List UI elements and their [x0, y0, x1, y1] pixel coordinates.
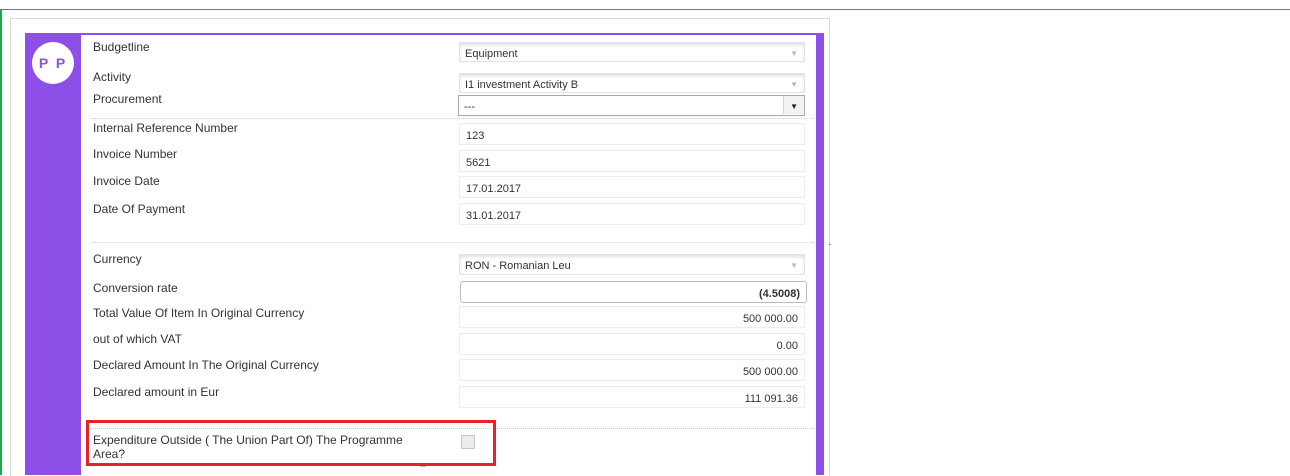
- divider: [91, 242, 814, 243]
- procurement-label: Procurement: [93, 92, 162, 106]
- divider: [91, 118, 814, 119]
- declared-original-label: Declared Amount In The Original Currency: [93, 358, 319, 372]
- invoice-date-field[interactable]: 17.01.2017: [459, 176, 805, 198]
- scroll-indicator: [420, 466, 426, 471]
- vat-label: out of which VAT: [93, 332, 182, 346]
- declared-original-field[interactable]: 500 000.00: [459, 359, 805, 381]
- invoice-number-label: Invoice Number: [93, 147, 178, 161]
- avatar: P P: [32, 42, 74, 84]
- activity-select[interactable]: I1 investment Activity B ▼: [459, 73, 805, 93]
- conversion-rate-field[interactable]: (4.5008): [460, 281, 807, 303]
- highlight-box: [86, 420, 496, 466]
- declared-eur-field[interactable]: 111 091.36: [459, 386, 805, 408]
- invoice-number-field[interactable]: 5621: [459, 150, 805, 172]
- date-of-payment-field[interactable]: 31.01.2017: [459, 203, 805, 225]
- invoice-date-label: Invoice Date: [93, 174, 160, 188]
- total-value-label: Total Value Of Item In Original Currency: [93, 306, 305, 320]
- total-value-field[interactable]: 500 000.00: [459, 306, 805, 328]
- declared-eur-label: Declared amount in Eur: [93, 385, 220, 399]
- accent-strip-right: [816, 33, 824, 475]
- activity-label: Activity: [93, 70, 132, 84]
- budgetline-select[interactable]: Equipment ▼: [459, 42, 805, 62]
- chevron-down-icon: ▼: [790, 80, 798, 89]
- vat-field[interactable]: 0.00: [459, 333, 805, 355]
- outer-frame-top: [0, 9, 1290, 10]
- internal-reference-label: Internal Reference Number: [93, 121, 238, 135]
- chevron-down-icon: ▼: [790, 261, 798, 270]
- outer-frame-left: [0, 9, 2, 475]
- date-of-payment-label: Date Of Payment: [93, 202, 186, 216]
- currency-select[interactable]: RON - Romanian Leu ▼: [459, 254, 805, 275]
- panel-edge-marker: [829, 244, 831, 245]
- chevron-down-icon: ▼: [790, 49, 798, 58]
- internal-reference-field[interactable]: 123: [459, 123, 805, 145]
- procurement-select[interactable]: --- ▼: [458, 95, 805, 116]
- expenditure-form: Budgetline Equipment ▼ Activity I1 inves…: [81, 35, 816, 475]
- budgetline-value: Equipment: [465, 48, 518, 60]
- currency-label: Currency: [93, 252, 142, 266]
- procurement-value: ---: [464, 101, 475, 113]
- conversion-rate-label: Conversion rate: [93, 281, 178, 295]
- activity-value: I1 investment Activity B: [465, 79, 579, 91]
- currency-value: RON - Romanian Leu: [465, 260, 571, 272]
- budgetline-label: Budgetline: [93, 40, 150, 54]
- chevron-down-icon: ▼: [790, 102, 798, 111]
- accent-strip-left: [25, 33, 81, 475]
